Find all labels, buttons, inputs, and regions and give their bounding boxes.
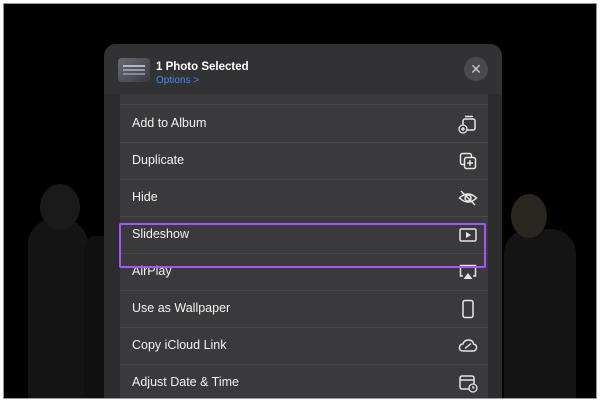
add-to-album-icon bbox=[458, 114, 478, 134]
selection-title: 1 Photo Selected bbox=[156, 61, 249, 73]
menu-item-label: Duplicate bbox=[132, 153, 185, 167]
menu-item-label: Adjust Date & Time bbox=[132, 375, 239, 389]
menu-item-copy-icloud-link[interactable]: Copy iCloud Link bbox=[120, 327, 488, 365]
share-sheet-header: 1 Photo Selected Options > ✕ bbox=[104, 44, 502, 94]
menu-item-duplicate[interactable]: Duplicate bbox=[120, 142, 488, 180]
eye-slash-icon bbox=[458, 188, 478, 208]
unknown-icon bbox=[458, 94, 478, 96]
calendar-clock-icon bbox=[458, 373, 478, 393]
menu-item-label: Use as Wallpaper bbox=[132, 301, 231, 315]
screenshot-frame: 1 Photo Selected Options > ✕ Add to Albu… bbox=[3, 3, 597, 399]
link-cloud-icon bbox=[458, 336, 478, 356]
menu-item-label: Copy iCloud Link bbox=[132, 338, 227, 352]
background-person-right bbox=[504, 229, 576, 398]
menu-item-add-to-album[interactable]: Add to Album bbox=[120, 105, 488, 143]
share-sheet: 1 Photo Selected Options > ✕ Add to Albu… bbox=[104, 44, 502, 398]
menu-item-use-as-wallpaper[interactable]: Use as Wallpaper bbox=[120, 290, 488, 328]
photo-thumbnail bbox=[118, 58, 150, 82]
menu-item-label: Add to Album bbox=[132, 116, 207, 130]
menu-item-hide[interactable]: Hide bbox=[120, 179, 488, 217]
options-link[interactable]: Options > bbox=[156, 75, 199, 86]
duplicate-icon bbox=[458, 151, 478, 171]
menu-item-partial[interactable] bbox=[120, 94, 488, 105]
close-button[interactable]: ✕ bbox=[464, 57, 488, 81]
background-person-left-head bbox=[40, 184, 80, 230]
background-person-left bbox=[28, 219, 88, 398]
slideshow-highlight-box bbox=[119, 223, 486, 268]
phone-icon bbox=[458, 299, 478, 319]
background-person-right-head bbox=[511, 194, 547, 238]
menu-item-label: Hide bbox=[132, 190, 158, 204]
menu-item-adjust-date-time[interactable]: Adjust Date & Time bbox=[120, 364, 488, 398]
